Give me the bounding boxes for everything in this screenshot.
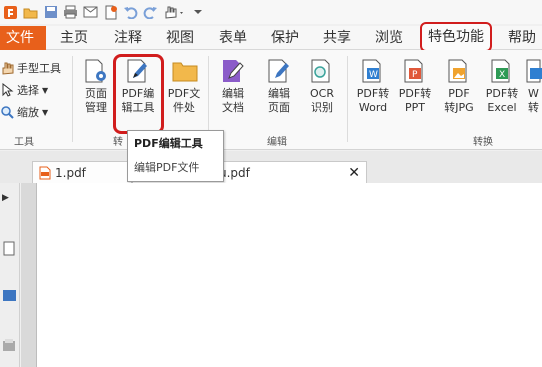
- pdf-to-jpg-button[interactable]: PDF 转JPG: [441, 58, 477, 115]
- undo-icon[interactable]: [122, 4, 139, 21]
- page-manage-label: 页面 管理: [85, 87, 107, 114]
- svg-text:W: W: [369, 70, 378, 80]
- close-tab-icon[interactable]: ✕: [348, 165, 360, 181]
- pdf-to-jpg-icon: [447, 58, 471, 84]
- zoom-dropdown-icon: ▼: [42, 107, 49, 117]
- menu-share[interactable]: 共享: [323, 26, 351, 50]
- hand-tool-button[interactable]: 手型工具: [0, 58, 61, 78]
- tab-label: 1.pdf: [55, 165, 86, 180]
- select-dropdown-icon: ▼: [42, 85, 49, 95]
- zoom-tool-button[interactable]: 缩放 ▼: [0, 102, 48, 122]
- edit-doc-button[interactable]: 编辑 文档: [217, 58, 249, 115]
- new-file-icon[interactable]: [102, 4, 119, 21]
- svg-text:X: X: [499, 70, 505, 80]
- more-convert-label: W 转: [528, 87, 539, 114]
- tooltip-description: 编辑PDF文件: [134, 161, 200, 174]
- open-folder-icon[interactable]: [22, 4, 39, 21]
- pdf-to-word-button[interactable]: W PDF转 Word: [354, 58, 392, 115]
- redo-icon[interactable]: [142, 4, 159, 21]
- print-icon[interactable]: [62, 4, 79, 21]
- hand-tool-label: 手型工具: [17, 62, 61, 75]
- ocr-icon: [310, 58, 334, 84]
- pdf-to-jpg-label: PDF 转JPG: [444, 87, 474, 114]
- edit-doc-label: 编辑 文档: [222, 87, 244, 114]
- ocr-button[interactable]: OCR 识别: [305, 58, 339, 115]
- zoom-tool-label: 缩放: [17, 106, 39, 119]
- pdf-to-ppt-button[interactable]: P PDF转 PPT: [397, 58, 433, 115]
- bookmarks-icon[interactable]: [2, 288, 17, 303]
- left-sidebar: ▶: [0, 183, 20, 367]
- menu-help[interactable]: 帮助: [508, 26, 536, 50]
- hand-icon[interactable]: [162, 4, 186, 21]
- svg-text:P: P: [412, 70, 418, 80]
- pdf-to-excel-label: PDF转 Excel: [485, 87, 519, 114]
- quick-access-toolbar: [0, 0, 542, 24]
- menu-browse[interactable]: 浏览: [375, 26, 403, 50]
- tooltip: PDF编辑工具 编辑PDF文件: [127, 130, 224, 182]
- menu-bar: 文件 主页 注释 视图 表单 保护 共享 浏览 特色功能 帮助: [0, 22, 542, 52]
- pdf-file-button[interactable]: PDF文 件处: [164, 58, 204, 115]
- menu-view[interactable]: 视图: [166, 26, 194, 50]
- menu-file[interactable]: 文件: [0, 26, 46, 50]
- document-viewport: [21, 183, 542, 367]
- edit-group-label: 编辑: [267, 137, 287, 148]
- menu-form[interactable]: 表单: [219, 26, 247, 50]
- pdf-to-ppt-icon: P: [403, 58, 427, 84]
- pdf-to-ppt-label: PDF转 PPT: [398, 87, 432, 114]
- ribbon-divider: [347, 56, 348, 142]
- convert-group-label: 转换: [473, 137, 493, 148]
- highlight-outline: [113, 54, 164, 134]
- pdf-page[interactable]: [36, 183, 542, 367]
- email-icon[interactable]: [82, 4, 99, 21]
- more-convert-button[interactable]: W 转: [525, 58, 542, 115]
- customize-dropdown-icon[interactable]: [189, 4, 206, 21]
- pdf-to-excel-button[interactable]: X PDF转 Excel: [483, 58, 521, 115]
- ribbon-divider: [72, 56, 73, 142]
- pdf-file-label: PDF文 件处: [167, 87, 201, 114]
- edit-doc-icon: [221, 58, 245, 84]
- menu-home[interactable]: 主页: [60, 26, 88, 50]
- document-tab-bar: 1.pdf u.pdf ✕: [0, 151, 542, 183]
- pdf-file-icon: [39, 166, 51, 179]
- attachments-icon[interactable]: [2, 338, 17, 353]
- tools-group-label: 工具: [14, 137, 34, 148]
- pdf-to-word-label: PDF转 Word: [356, 87, 390, 114]
- more-convert-icon: [525, 58, 542, 84]
- app-window: 文件 主页 注释 视图 表单 保护 共享 浏览 特色功能 帮助 手型工具 选择 …: [0, 0, 542, 367]
- pages-icon[interactable]: [2, 241, 17, 256]
- select-tool-label: 选择: [17, 84, 39, 97]
- tab-1-pdf[interactable]: 1.pdf: [32, 161, 132, 183]
- save-icon[interactable]: [42, 4, 59, 21]
- app-logo-icon: [2, 4, 19, 21]
- pdf-to-excel-icon: X: [490, 58, 514, 84]
- select-tool-button[interactable]: 选择 ▼: [0, 80, 48, 100]
- hand-tool-icon: [2, 62, 14, 75]
- select-cursor-icon: [2, 83, 14, 97]
- folder-icon: [172, 58, 198, 84]
- ocr-label: OCR 识别: [310, 87, 334, 114]
- menu-special-features[interactable]: 特色功能: [420, 22, 492, 52]
- page-manage-icon: [84, 58, 108, 84]
- ribbon-group-label-first: 转: [113, 137, 123, 148]
- edit-page-button[interactable]: 编辑 页面: [262, 58, 296, 115]
- edit-page-icon: [267, 58, 291, 84]
- zoom-icon: [1, 106, 14, 119]
- menu-protect[interactable]: 保护: [271, 26, 299, 50]
- pdf-to-word-icon: W: [361, 58, 385, 84]
- ribbon: 手型工具 选择 ▼ 缩放 ▼ 工具 页面 管理 PDF编 辑工具 PDF文 件处…: [0, 50, 542, 150]
- edit-page-label: 编辑 页面: [268, 87, 290, 114]
- expand-panel-icon[interactable]: ▶: [2, 193, 17, 208]
- page-manage-button[interactable]: 页面 管理: [78, 58, 114, 115]
- menu-comment[interactable]: 注释: [114, 26, 142, 50]
- tooltip-title: PDF编辑工具: [134, 137, 203, 150]
